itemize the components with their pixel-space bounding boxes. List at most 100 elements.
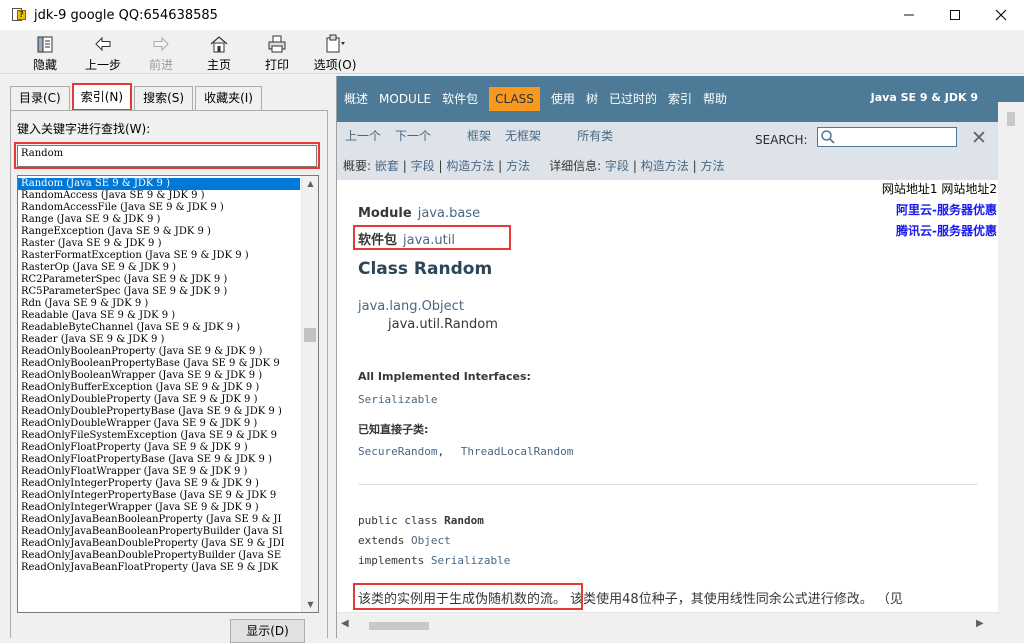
- list-item[interactable]: ReadOnlyJavaBeanBooleanProperty (Java SE…: [18, 514, 300, 526]
- subclass-securerandom-link[interactable]: SecureRandom: [358, 445, 437, 458]
- tab-favorites[interactable]: 收藏夹(I): [195, 86, 262, 110]
- list-item[interactable]: RC5ParameterSpec (Java SE 9 & JDK 9 ): [18, 286, 300, 298]
- content-vertical-scrollbar[interactable]: [998, 102, 1024, 612]
- list-item[interactable]: ReadOnlyJavaBeanBooleanPropertyBuilder (…: [18, 526, 300, 538]
- detail-constructor-link[interactable]: 构造方法: [641, 159, 689, 173]
- tab-search[interactable]: 搜索(S): [134, 86, 194, 110]
- list-item[interactable]: ReadOnlyIntegerProperty (Java SE 9 & JDK…: [18, 478, 300, 490]
- all-classes-link[interactable]: 所有类: [577, 127, 613, 144]
- tab-index[interactable]: 索引(N): [71, 84, 133, 110]
- close-button[interactable]: [978, 0, 1024, 30]
- nav-package[interactable]: 软件包: [442, 87, 478, 111]
- content-horizontal-scrollbar[interactable]: ◀ ▶: [337, 612, 999, 638]
- list-item[interactable]: ReadableByteChannel (Java SE 9 & JDK 9 ): [18, 322, 300, 334]
- scrollbar-thumb[interactable]: [1007, 112, 1015, 126]
- prev-link[interactable]: 上一个: [345, 127, 381, 144]
- summary-field-link[interactable]: 字段: [411, 159, 435, 173]
- scrollbar-thumb[interactable]: [304, 328, 316, 342]
- list-item[interactable]: ReadOnlyIntegerPropertyBase (Java SE 9 &…: [18, 490, 300, 502]
- summary-constructor-link[interactable]: 构造方法: [446, 159, 494, 173]
- inheritance-parent-link[interactable]: java.lang.Object: [358, 299, 464, 314]
- list-item[interactable]: ReadOnlyDoubleProperty (Java SE 9 & JDK …: [18, 394, 300, 406]
- list-item[interactable]: ReadOnlyJavaBeanFloatProperty (Java SE 9…: [18, 562, 300, 574]
- list-item[interactable]: ReadOnlyFloatPropertyBase (Java SE 9 & J…: [18, 454, 300, 466]
- code-classname: Random: [444, 514, 484, 527]
- frames-link[interactable]: 框架: [467, 127, 491, 144]
- list-item[interactable]: RandomAccessFile (Java SE 9 & JDK 9 ): [18, 202, 300, 214]
- search-input[interactable]: [817, 127, 957, 147]
- separator: |: [498, 159, 503, 173]
- nav-index[interactable]: 索引: [668, 87, 692, 111]
- code-object-link[interactable]: Object: [411, 534, 451, 547]
- minimize-button[interactable]: [886, 0, 932, 30]
- list-item[interactable]: Raster (Java SE 9 & JDK 9 ): [18, 238, 300, 250]
- site-links[interactable]: 网站地址1 网站地址2: [882, 180, 997, 197]
- print-button[interactable]: 打印: [248, 30, 306, 74]
- list-item[interactable]: ReadOnlyIntegerWrapper (Java SE 9 & JDK …: [18, 502, 300, 514]
- list-item[interactable]: ReadOnlyDoubleWrapper (Java SE 9 & JDK 9…: [18, 418, 300, 430]
- minimize-icon: [904, 14, 914, 16]
- code-extends: extends: [358, 534, 411, 547]
- nav-use[interactable]: 使用: [551, 87, 575, 111]
- list-item[interactable]: RandomAccess (Java SE 9 & JDK 9 ): [18, 190, 300, 202]
- list-item[interactable]: Readable (Java SE 9 & JDK 9 ): [18, 310, 300, 322]
- nav-module[interactable]: MODULE: [379, 87, 431, 111]
- nav-help[interactable]: 帮助: [703, 87, 727, 111]
- list-item[interactable]: ReadOnlyFileSystemException (Java SE 9 &…: [18, 430, 300, 442]
- list-item[interactable]: ReadOnlyBufferException (Java SE 9 & JDK…: [18, 382, 300, 394]
- list-item[interactable]: ReadOnlyBooleanWrapper (Java SE 9 & JDK …: [18, 370, 300, 382]
- scroll-left-icon[interactable]: ◀: [341, 618, 349, 629]
- module-link[interactable]: java.base: [418, 206, 480, 221]
- search-icon: [821, 130, 835, 144]
- options-button[interactable]: 选项(O): [306, 30, 364, 74]
- index-list-scrollbar[interactable]: ▲ ▼: [301, 176, 318, 612]
- scrollbar-thumb[interactable]: [369, 622, 429, 630]
- list-item[interactable]: RasterOp (Java SE 9 & JDK 9 ): [18, 262, 300, 274]
- show-button[interactable]: 显示(D): [230, 619, 305, 643]
- code-serializable-link[interactable]: Serializable: [431, 554, 510, 567]
- package-link[interactable]: java.util: [403, 233, 455, 248]
- list-item[interactable]: RC2ParameterSpec (Java SE 9 & JDK 9 ): [18, 274, 300, 286]
- ad-link-tencent[interactable]: 腾讯云-服务器优惠: [882, 222, 997, 239]
- list-item[interactable]: ReadOnlyBooleanProperty (Java SE 9 & JDK…: [18, 346, 300, 358]
- ad-link-aliyun[interactable]: 阿里云-服务器优惠: [882, 201, 997, 218]
- list-item[interactable]: ReadOnlyBooleanPropertyBase (Java SE 9 &…: [18, 358, 300, 370]
- keyword-input[interactable]: Random: [17, 145, 317, 167]
- list-item[interactable]: ReadOnlyFloatWrapper (Java SE 9 & JDK 9 …: [18, 466, 300, 478]
- list-item[interactable]: Range (Java SE 9 & JDK 9 ): [18, 214, 300, 226]
- interface-serializable-link[interactable]: Serializable: [358, 393, 437, 406]
- maximize-button[interactable]: [932, 0, 978, 30]
- back-button[interactable]: 上一步: [74, 30, 132, 74]
- list-item[interactable]: Reader (Java SE 9 & JDK 9 ): [18, 334, 300, 346]
- summary-label: 概要:: [343, 159, 372, 173]
- search-clear-icon[interactable]: ✕: [971, 129, 987, 148]
- list-item[interactable]: ReadOnlyJavaBeanDoubleProperty (Java SE …: [18, 538, 300, 550]
- list-item[interactable]: RasterFormatException (Java SE 9 & JDK 9…: [18, 250, 300, 262]
- tab-contents[interactable]: 目录(C): [10, 86, 70, 110]
- index-list[interactable]: Random (Java SE 9 & JDK 9 ) RandomAccess …: [17, 175, 319, 613]
- hide-button[interactable]: 隐藏: [16, 30, 74, 74]
- scroll-right-icon[interactable]: ▶: [976, 618, 984, 629]
- forward-button[interactable]: 前进: [132, 30, 190, 74]
- list-item[interactable]: Rdn (Java SE 9 & JDK 9 ): [18, 298, 300, 310]
- list-item[interactable]: ReadOnlyJavaBeanDoublePropertyBuilder (J…: [18, 550, 300, 562]
- nav-deprecated[interactable]: 已过时的: [609, 87, 657, 111]
- scroll-up-icon[interactable]: ▲: [302, 176, 318, 191]
- scroll-down-icon[interactable]: ▼: [302, 597, 318, 612]
- package-label: 软件包: [358, 233, 398, 248]
- list-item[interactable]: RangeException (Java SE 9 & JDK 9 ): [18, 226, 300, 238]
- list-item[interactable]: ReadOnlyFloatProperty (Java SE 9 & JDK 9…: [18, 442, 300, 454]
- summary-nested-link[interactable]: 嵌套: [375, 159, 399, 173]
- nav-tree[interactable]: 树: [586, 87, 598, 111]
- subclass-threadlocalrandom-link[interactable]: ThreadLocalRandom: [461, 445, 574, 458]
- detail-method-link[interactable]: 方法: [700, 159, 724, 173]
- next-link[interactable]: 下一个: [395, 127, 431, 144]
- list-item[interactable]: ReadOnlyDoublePropertyBase (Java SE 9 & …: [18, 406, 300, 418]
- summary-method-link[interactable]: 方法: [506, 159, 530, 173]
- list-item[interactable]: Random (Java SE 9 & JDK 9 ): [18, 178, 300, 190]
- home-button[interactable]: 主页: [190, 30, 248, 74]
- detail-field-link[interactable]: 字段: [605, 159, 629, 173]
- nav-overview[interactable]: 概述: [344, 87, 368, 111]
- sub-navbar: 上一个 下一个 框架 无框架 所有类 SEARCH: ✕ 概要: 嵌套 | 字段…: [337, 122, 999, 180]
- no-frames-link[interactable]: 无框架: [505, 127, 541, 144]
